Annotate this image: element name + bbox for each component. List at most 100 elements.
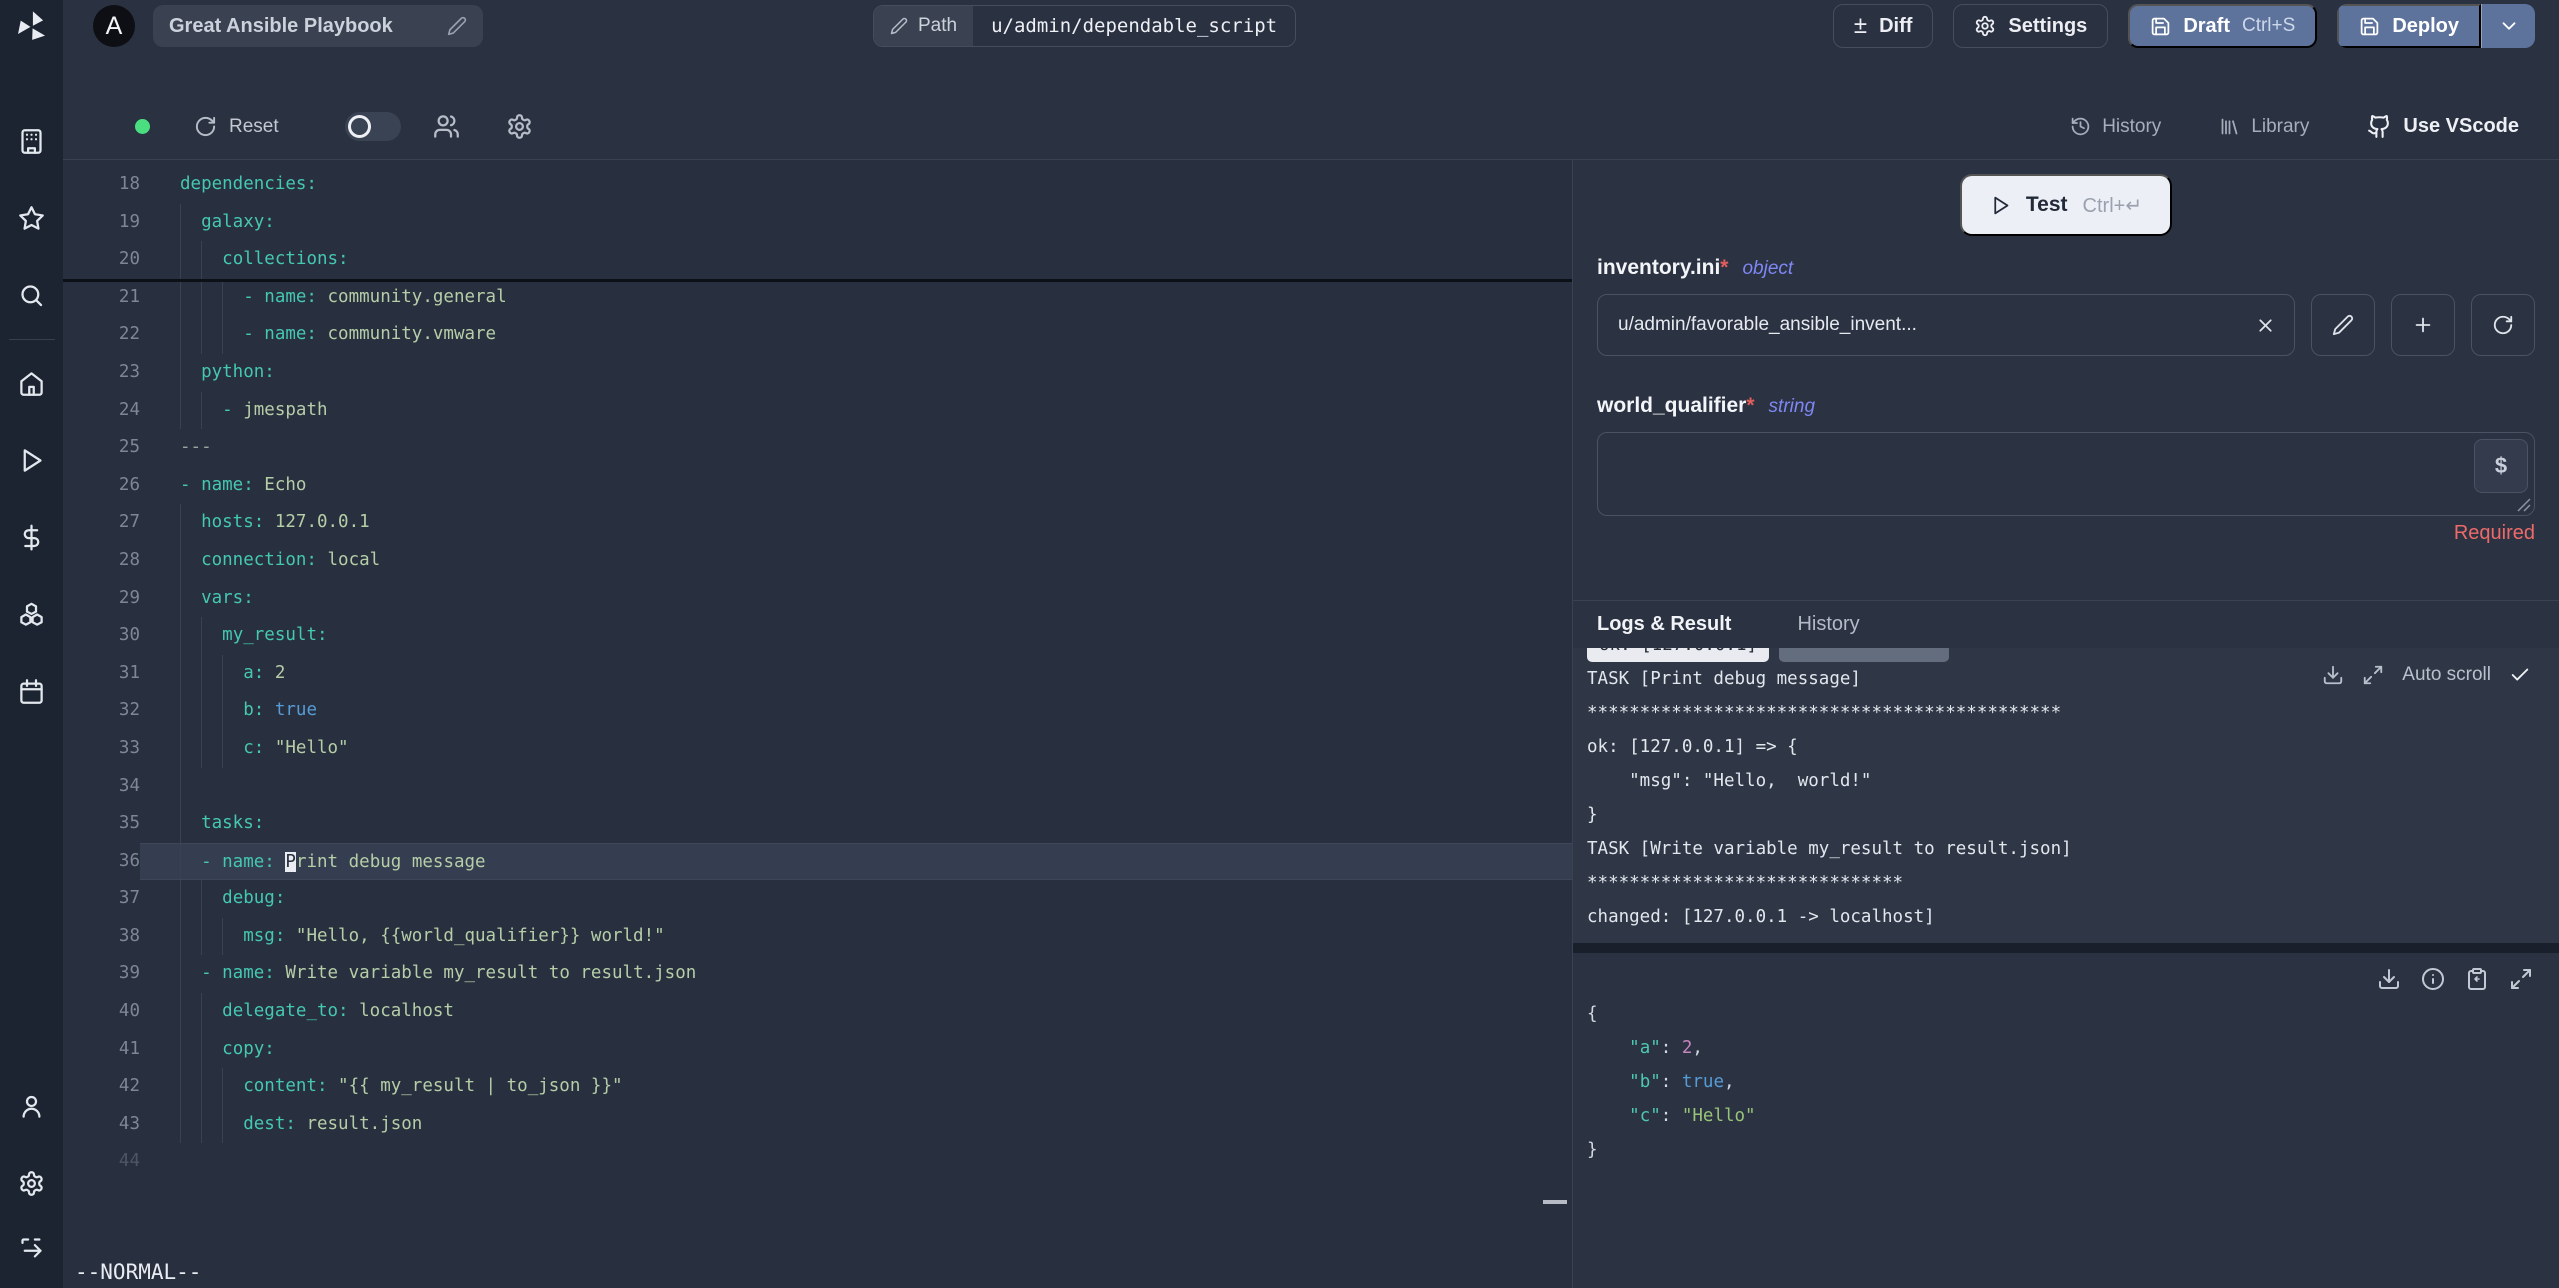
script-title-box[interactable]: Great Ansible Playbook (153, 5, 483, 47)
code-line[interactable]: 42 content: "{{ my_result | to_json }}" (63, 1068, 1572, 1106)
info-icon[interactable] (2421, 967, 2445, 991)
inventory-resource-value[interactable] (1616, 313, 2255, 337)
save-icon (2152, 17, 2170, 35)
favorites-star-icon[interactable] (18, 205, 45, 232)
expand-result-icon[interactable] (2509, 967, 2533, 991)
diff-button[interactable]: ± Diff (1832, 4, 1934, 48)
log-controls: Auto scroll (2322, 658, 2531, 692)
line-number: 18 (118, 174, 140, 194)
test-button[interactable]: Test Ctrl+↵ (1959, 174, 2173, 236)
code-line[interactable]: 22 - name: community.vmware (63, 316, 1572, 354)
code-lines: 18 dependencies: 19 galaxy: 20 collections:… (63, 166, 1572, 1181)
workspace-settings-gear-icon[interactable] (18, 1170, 45, 1197)
code-line[interactable]: 41 copy: (63, 1030, 1572, 1069)
code-line[interactable]: 44 (63, 1143, 1572, 1181)
code-line[interactable]: 39 - name: Write variable my_result to r… (63, 955, 1572, 994)
copy-clipboard-icon[interactable] (2465, 967, 2489, 991)
add-resource-button[interactable] (2391, 294, 2455, 356)
code-line[interactable]: 35 tasks: (63, 805, 1572, 843)
inventory-resource-input[interactable] (1597, 294, 2295, 356)
tab-logs-result[interactable]: Logs & Result (1597, 613, 1731, 636)
code-editor[interactable]: 18 dependencies: 19 galaxy: 20 collections:… (63, 160, 1572, 1288)
field-name: inventory.ini (1597, 256, 1721, 279)
editor-toolbar: Reset History Library Use VScode (63, 52, 2559, 160)
top-header: A Great Ansible Playbook Path u/admin/de… (63, 0, 2559, 52)
code-line[interactable]: 26- name: Echo (63, 467, 1572, 505)
code-line[interactable]: 21 - name: community.general (63, 278, 1572, 317)
expand-logs-icon[interactable] (2362, 664, 2384, 686)
account-user-icon[interactable] (18, 1093, 45, 1120)
search-icon[interactable] (18, 282, 45, 309)
mode-toggle[interactable] (344, 112, 401, 141)
resize-handle-icon[interactable] (2517, 498, 2531, 512)
windmill-logo-icon[interactable] (13, 8, 51, 46)
insert-variable-button[interactable]: $ (2474, 439, 2528, 493)
code-line[interactable]: 25 --- (63, 429, 1572, 467)
settings-gear-icon (1976, 15, 1995, 37)
library-icon (2221, 118, 2238, 135)
line-number: 36 (118, 850, 140, 871)
users-icon[interactable] (433, 113, 460, 140)
code-line[interactable]: 38 msg: "Hello, {{world_qualifier}} worl… (63, 917, 1572, 956)
variables-dollar-icon[interactable] (18, 524, 45, 551)
code-line[interactable]: 20 collections: (63, 241, 1572, 279)
path-box[interactable]: Path u/admin/dependable_script (873, 5, 1297, 47)
field-type: object (1742, 258, 1794, 279)
refresh-resource-button[interactable] (2471, 294, 2535, 356)
log-lines: TASK [Print debug message] **************… (1587, 662, 2559, 943)
clear-x-icon[interactable] (2255, 315, 2276, 336)
code-line[interactable]: 27 hosts: 127.0.0.1 (63, 504, 1572, 542)
code-line[interactable]: 32 b: true (63, 692, 1572, 730)
code-line[interactable]: 19 galaxy: (63, 203, 1572, 242)
code-line[interactable]: 33 c: "Hello" (63, 729, 1572, 768)
settings-button[interactable]: Settings (1953, 4, 2109, 48)
line-number: 30 (118, 625, 140, 646)
line-number: 24 (118, 399, 140, 420)
code-line[interactable]: 30 my_result: (63, 617, 1572, 655)
result-line: } (1587, 1140, 1598, 1160)
resources-boxes-icon[interactable] (18, 601, 45, 628)
library-button[interactable]: Library (2219, 116, 2309, 138)
download-result-icon[interactable] (2377, 967, 2401, 991)
line-number: 26 (118, 474, 140, 495)
logs-result-splitter[interactable] (1573, 943, 2559, 953)
code-line[interactable]: 18 dependencies: (63, 166, 1572, 204)
edit-title-pencil-icon[interactable] (447, 16, 467, 36)
code-line[interactable]: 23 python: (63, 353, 1572, 392)
auto-scroll-label[interactable]: Auto scroll (2402, 658, 2491, 692)
code-line[interactable]: 29 vars: (63, 579, 1572, 618)
logout-icon[interactable] (18, 1235, 45, 1262)
auto-scroll-check-icon[interactable] (2509, 664, 2531, 686)
draft-button[interactable]: Draft Ctrl+S (2128, 4, 2318, 48)
edit-resource-button[interactable] (2311, 294, 2375, 356)
code-line[interactable]: 28 connection: local (63, 541, 1572, 580)
code-line[interactable]: 43 dest: result.json (63, 1105, 1572, 1144)
history-button[interactable]: History (2070, 116, 2161, 138)
code-line[interactable]: 37 debug: (63, 880, 1572, 918)
line-number: 37 (118, 888, 140, 909)
code-line[interactable]: 24 - jmespath (63, 391, 1572, 430)
result-pane[interactable]: { "a": 2, "b": true, "c": "Hello"} (1573, 953, 2559, 1288)
tab-history[interactable]: History (1797, 613, 1859, 636)
code-line[interactable]: 34 (63, 767, 1572, 806)
use-vscode-button[interactable]: Use VScode (2367, 114, 2519, 139)
runs-play-icon[interactable] (18, 447, 45, 474)
schedules-calendar-icon[interactable] (18, 678, 45, 705)
code-line[interactable]: 40 delegate_to: localhost (63, 993, 1572, 1031)
workspace-building-icon[interactable] (18, 128, 45, 155)
download-logs-icon[interactable] (2322, 664, 2344, 686)
code-line[interactable]: 36 - name: Print debug message (63, 842, 1572, 881)
deploy-dropdown-button[interactable] (2481, 4, 2535, 48)
editor-settings-gear-icon[interactable] (506, 113, 533, 140)
logs-pane[interactable]: ok: [127.0.0.1] TASK [Print debug messag… (1573, 648, 2559, 943)
world-qualifier-textarea[interactable] (1598, 433, 2534, 515)
test-label: Test (2025, 193, 2068, 216)
code-line[interactable]: 31 a: 2 (63, 654, 1572, 693)
field-name: world_qualifier (1597, 394, 1747, 417)
result-line: "a": 2, (1629, 1038, 1703, 1058)
line-number: 19 (118, 211, 140, 232)
path-label-segment[interactable]: Path (874, 6, 974, 46)
deploy-button[interactable]: Deploy (2337, 4, 2481, 48)
reset-button[interactable]: Reset (194, 115, 279, 138)
home-icon[interactable] (18, 370, 45, 397)
